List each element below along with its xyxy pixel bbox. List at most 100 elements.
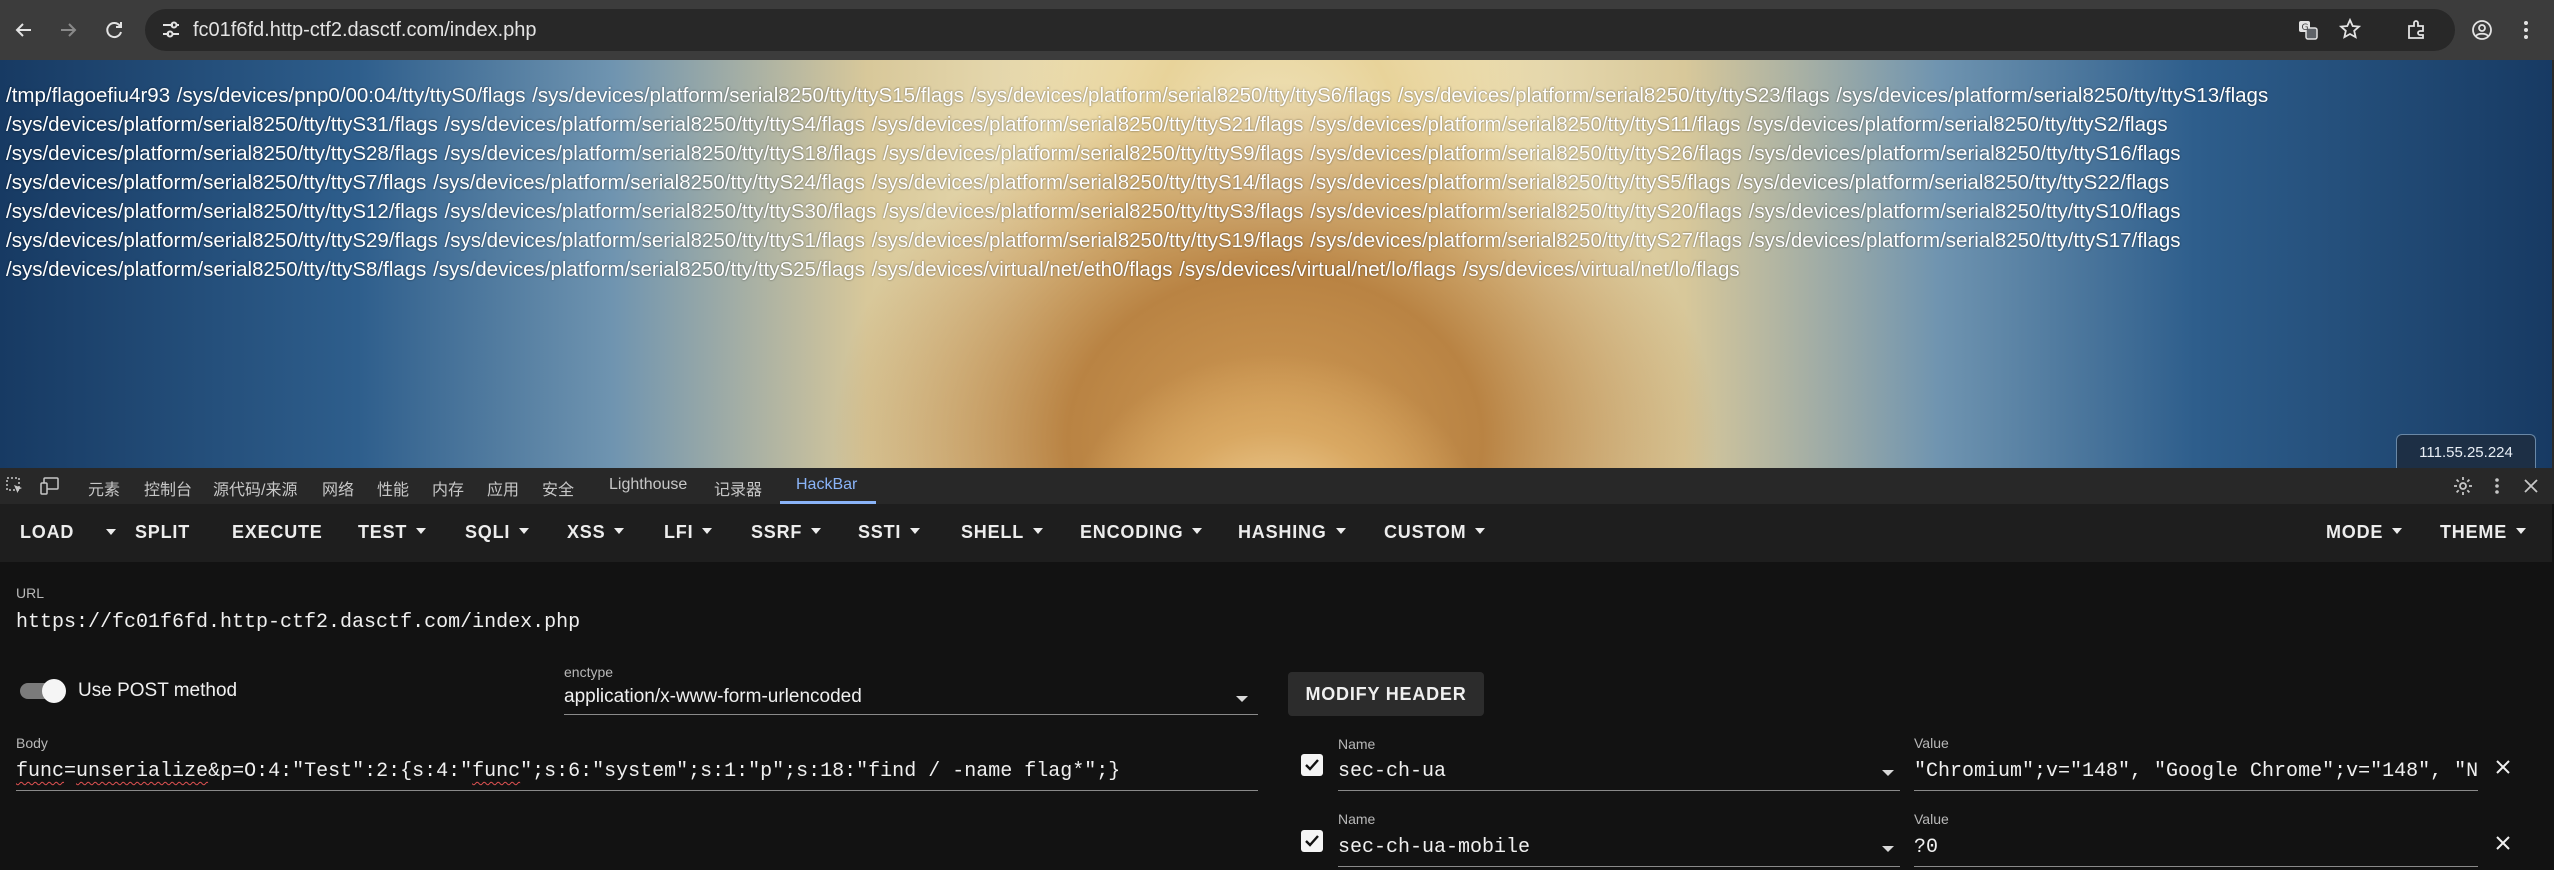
split-button[interactable]: SPLIT <box>135 522 190 543</box>
header-name-dropdown-icon[interactable] <box>1882 770 1894 776</box>
lfi-label: LFI <box>664 522 694 542</box>
post-method-label: Use POST method <box>78 680 238 701</box>
ssti-menu[interactable]: SSTI <box>858 522 921 543</box>
xss-menu[interactable]: XSS <box>567 522 625 543</box>
modify-header-button[interactable]: MODIFY HEADER <box>1288 672 1484 716</box>
menu-dots-icon[interactable] <box>2508 12 2544 48</box>
output-line: /tmp/flagoefiu4r93 /sys/devices/pnp0/00:… <box>6 84 2269 107</box>
chevron-down-icon <box>1192 528 1203 535</box>
tab-network[interactable]: 网络 <box>322 476 354 500</box>
enctype-select[interactable]: application/x-www-form-urlencoded <box>564 686 862 708</box>
post-method-toggle[interactable] <box>18 679 66 703</box>
close-devtools-icon[interactable] <box>2522 477 2540 500</box>
shell-menu[interactable]: SHELL <box>961 522 1044 543</box>
test-label: TEST <box>358 522 408 542</box>
tab-application[interactable]: 应用 <box>487 476 519 500</box>
output-line: /sys/devices/platform/serial8250/tty/tty… <box>6 229 2181 252</box>
settings-gear-icon[interactable] <box>2453 476 2473 501</box>
reload-icon[interactable] <box>96 12 132 48</box>
hackbar-panel: LOAD SPLIT EXECUTE TEST SQLI XSS LFI SSR… <box>0 504 2554 870</box>
header-name-dropdown-icon[interactable] <box>1882 846 1894 852</box>
remove-header-icon[interactable] <box>2493 757 2513 777</box>
ssti-label: SSTI <box>858 522 902 542</box>
enctype-dropdown-icon[interactable] <box>1236 696 1248 702</box>
hashing-menu[interactable]: HASHING <box>1238 522 1346 543</box>
inspect-element-icon[interactable] <box>6 477 24 500</box>
header-name-label: Name <box>1338 811 1376 827</box>
chevron-down-icon <box>702 528 713 535</box>
enctype-label: enctype <box>564 664 614 680</box>
chevron-down-icon <box>1335 528 1346 535</box>
tab-security[interactable]: 安全 <box>542 476 574 500</box>
body-unserialize: unserialize <box>76 760 209 783</box>
web-page: /tmp/flagoefiu4r93 /sys/devices/pnp0/00:… <box>0 60 2552 468</box>
tab-recorder[interactable]: 记录器 <box>714 476 762 500</box>
header-value-clip: "Chromium";v="148", "Google Chrome";v="1… <box>1914 760 2478 788</box>
body-eq: = <box>64 760 77 783</box>
output-line: /sys/devices/platform/serial8250/tty/tty… <box>6 258 1740 281</box>
toggle-knob <box>42 679 66 703</box>
chevron-down-icon <box>1033 528 1044 535</box>
tab-performance[interactable]: 性能 <box>377 476 409 500</box>
devtools-menu-icon[interactable] <box>2494 476 2500 501</box>
mode-menu[interactable]: MODE <box>2326 522 2403 543</box>
tab-elements[interactable]: 元素 <box>88 476 120 500</box>
svg-text:G: G <box>2302 23 2309 33</box>
profile-icon[interactable] <box>2464 12 2500 48</box>
body-label: Body <box>16 735 48 751</box>
encoding-menu[interactable]: ENCODING <box>1080 522 1203 543</box>
output-line: /sys/devices/platform/serial8250/tty/tty… <box>6 113 2168 136</box>
chevron-down-icon <box>2392 528 2403 535</box>
device-toolbar-icon[interactable] <box>40 477 60 500</box>
body-input[interactable]: func=unserialize&p=O:4:"Test":2:{s:4:"fu… <box>16 760 1120 783</box>
theme-menu[interactable]: THEME <box>2440 522 2526 543</box>
tab-hackbar[interactable]: HackBar <box>796 476 857 494</box>
sqli-menu[interactable]: SQLI <box>465 522 530 543</box>
load-dropdown-icon[interactable] <box>106 529 116 535</box>
ssrf-menu[interactable]: SSRF <box>751 522 822 543</box>
back-icon[interactable] <box>6 12 42 48</box>
tab-lighthouse[interactable]: Lighthouse <box>609 476 687 494</box>
extensions-icon[interactable] <box>2398 12 2434 48</box>
custom-menu[interactable]: CUSTOM <box>1384 522 1486 543</box>
command-output: /tmp/flagoefiu4r93 /sys/devices/pnp0/00:… <box>6 81 2446 284</box>
xss-label: XSS <box>567 522 606 542</box>
header-value-label: Value <box>1914 811 1949 827</box>
header-name-underline <box>1338 790 1900 791</box>
load-button[interactable]: LOAD <box>20 522 74 543</box>
remove-header-icon[interactable] <box>2493 833 2513 853</box>
chevron-down-icon <box>614 528 625 535</box>
forward-icon[interactable] <box>50 12 86 48</box>
header-name-underline <box>1338 866 1900 867</box>
header-name-input[interactable]: sec-ch-ua-mobile <box>1338 836 1530 859</box>
site-info-icon[interactable] <box>161 21 181 44</box>
body-func2: func <box>472 760 521 783</box>
tab-console[interactable]: 控制台 <box>144 476 192 500</box>
body-underline <box>16 790 1258 791</box>
address-bar[interactable]: fc01f6fd.http-ctf2.dasctf.com/index.php … <box>145 9 2455 51</box>
chevron-down-icon <box>519 528 530 535</box>
header-value-input[interactable]: ?0 <box>1914 836 1938 859</box>
header-name-input[interactable]: sec-ch-ua <box>1338 760 1446 783</box>
url-input[interactable]: https://fc01f6fd.http-ctf2.dasctf.com/in… <box>16 611 580 634</box>
chevron-down-icon <box>811 528 822 535</box>
output-line: /sys/devices/platform/serial8250/tty/tty… <box>6 200 2181 223</box>
tab-memory[interactable]: 内存 <box>432 476 464 500</box>
header-enable-checkbox[interactable] <box>1301 830 1323 852</box>
bookmark-star-icon[interactable] <box>2338 17 2362 45</box>
execute-button[interactable]: EXECUTE <box>232 522 323 543</box>
chevron-down-icon <box>910 528 921 535</box>
header-value-underline <box>1914 790 2478 791</box>
tab-sources[interactable]: 源代码/来源 <box>213 476 297 500</box>
test-menu[interactable]: TEST <box>358 522 427 543</box>
lfi-menu[interactable]: LFI <box>664 522 713 543</box>
shell-label: SHELL <box>961 522 1025 542</box>
body-p: &p=O:4:"Test":2:{s:4:" <box>208 760 473 783</box>
header-value-input[interactable]: "Chromium";v="148", "Google Chrome";v="1… <box>1914 760 2478 783</box>
devtools-tabbar: 元素 控制台 源代码/来源 网络 性能 内存 应用 安全 Lighthouse … <box>0 468 2554 505</box>
ip-badge: 111.55.25.224 <box>2396 434 2536 468</box>
header-value-underline <box>1914 866 2478 867</box>
translate-icon[interactable]: G <box>2297 19 2319 46</box>
enctype-underline <box>564 714 1258 715</box>
header-enable-checkbox[interactable] <box>1301 754 1323 776</box>
